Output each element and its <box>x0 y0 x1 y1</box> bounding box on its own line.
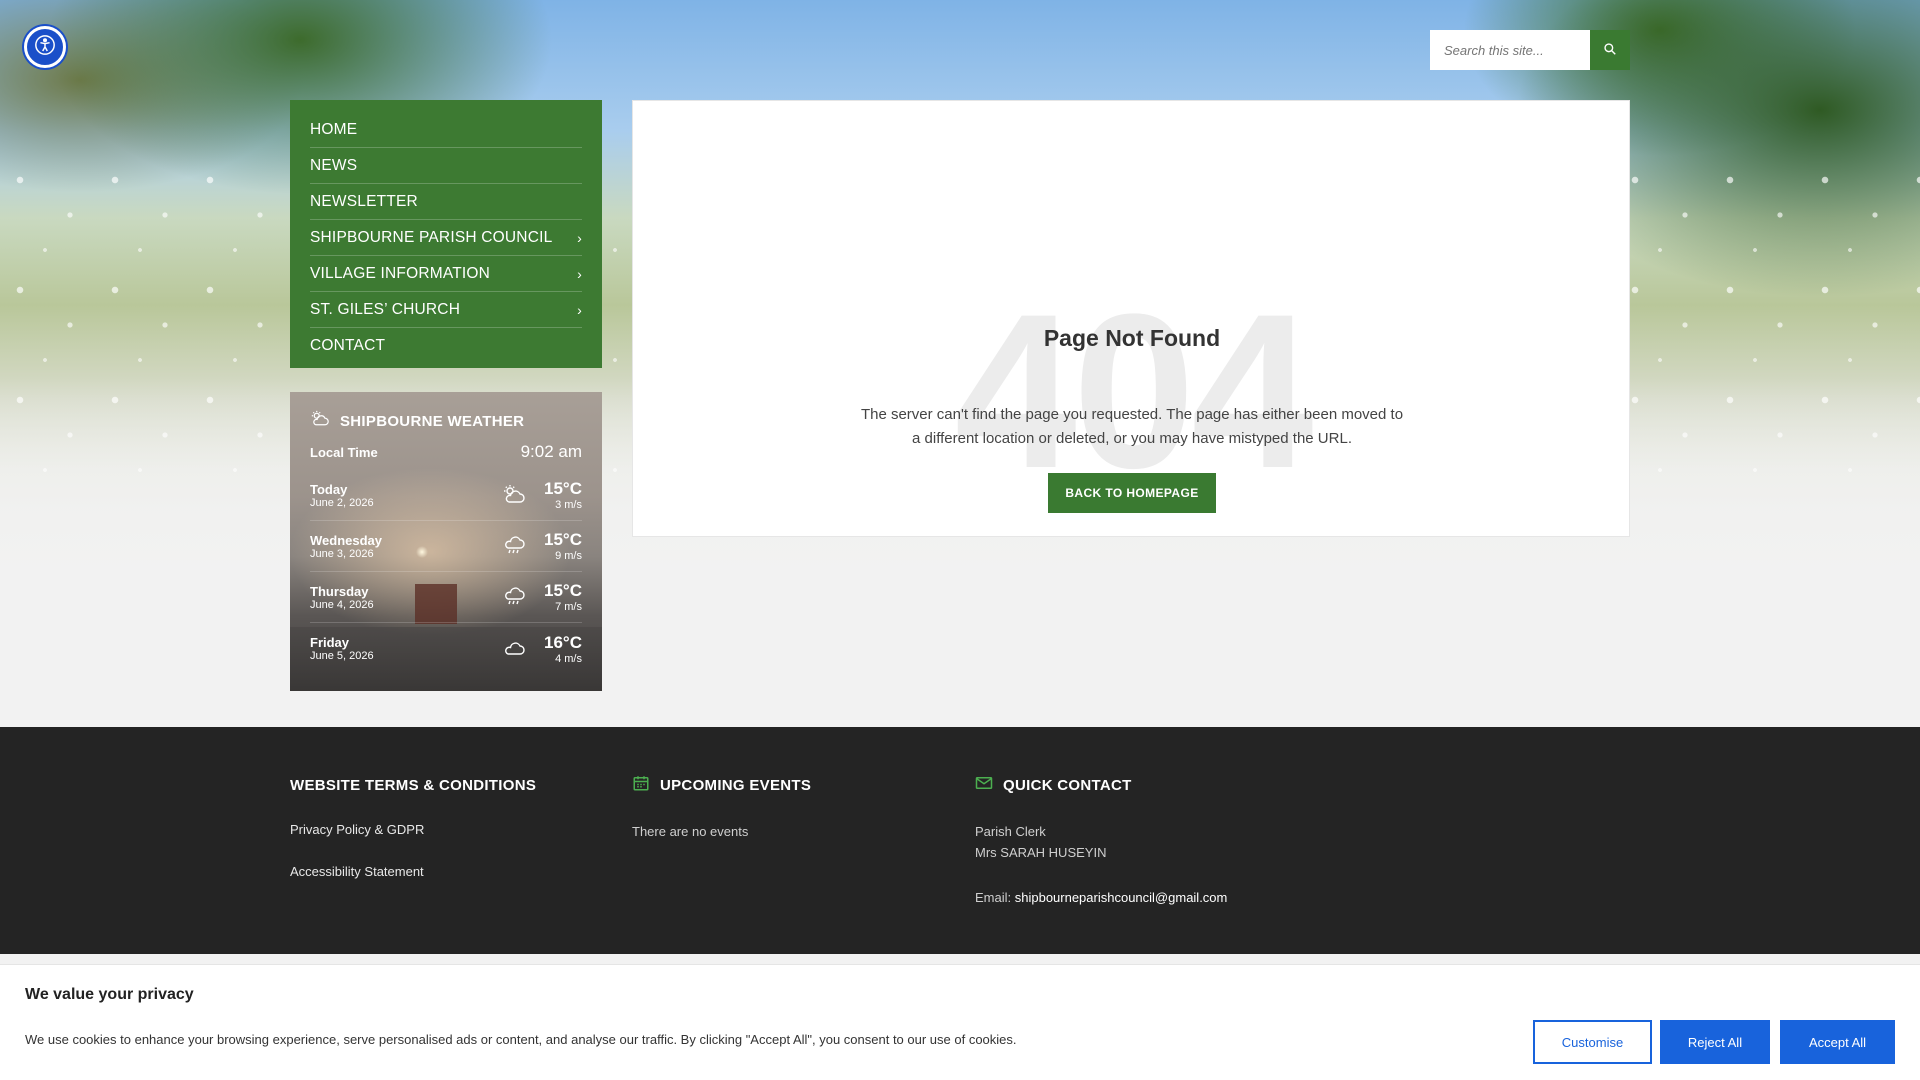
contact-name: Mrs SARAH HUSEYIN <box>975 845 1107 860</box>
footer-terms-heading: WEBSITE TERMS & CONDITIONS <box>290 776 537 794</box>
weather-day-row: Wednesday June 3, 2026 15°C 9 m/s <box>310 521 582 572</box>
nav-item-parish-council[interactable]: SHIPBOURNE PARISH COUNCIL › <box>310 220 582 256</box>
accessibility-statement-link[interactable]: Accessibility Statement <box>290 863 610 881</box>
reject-all-button[interactable]: Reject All <box>1660 1020 1770 1064</box>
email-link[interactable]: shipbourneparishcouncil@gmail.com <box>1015 890 1228 905</box>
weather-day: Thursday <box>310 583 369 599</box>
nav-item-label: HOME <box>310 120 358 138</box>
search-button[interactable] <box>1590 30 1630 70</box>
chevron-right-icon: › <box>577 265 582 282</box>
cookie-text: We use cookies to enhance your browsing … <box>25 1032 1017 1047</box>
footer-contact: QUICK CONTACT Parish Clerk Mrs SARAH HUS… <box>975 775 1375 908</box>
weather-date: June 4, 2026 <box>310 598 374 611</box>
nav-item-home[interactable]: HOME <box>310 112 582 148</box>
error-code: 404 <box>954 268 1313 514</box>
weather-day-row: Thursday June 4, 2026 15°C 7 m/s <box>310 572 582 623</box>
weather-date: June 3, 2026 <box>310 547 374 560</box>
weather-temp: 16°C <box>544 632 582 652</box>
weather-wind: 3 m/s <box>555 499 582 511</box>
customise-button[interactable]: Customise <box>1533 1020 1652 1064</box>
search-input[interactable] <box>1430 30 1590 70</box>
weather-temp: 15°C <box>544 530 582 549</box>
local-time-value: 9:02 am <box>520 442 582 461</box>
nav-item-label: SHIPBOURNE PARISH COUNCIL <box>310 228 553 246</box>
footer-contact-heading-text: QUICK CONTACT <box>1003 776 1132 794</box>
accessibility-icon <box>34 34 56 61</box>
envelope-icon <box>975 775 993 795</box>
footer-events-heading: UPCOMING EVENTS <box>632 775 952 795</box>
nav-item-st-giles-church[interactable]: ST. GILES’ CHURCH › <box>310 292 582 328</box>
weather-day-row: Friday June 5, 2026 16°C 4 m/s <box>310 623 582 674</box>
weather-day: Wednesday <box>310 532 383 548</box>
cloud-icon <box>494 638 534 660</box>
error-panel: 404 Page Not Found The server can't find… <box>632 100 1630 537</box>
weather-temp: 15°C <box>544 479 582 498</box>
search-icon <box>1603 42 1617 59</box>
footer-terms: WEBSITE TERMS & CONDITIONS Privacy Polic… <box>290 775 610 905</box>
error-description: The server can't find the page you reque… <box>860 406 1404 447</box>
email-label: Email: <box>975 890 1015 905</box>
nav-item-label: CONTACT <box>310 337 386 354</box>
footer-contact-heading: QUICK CONTACT <box>975 775 1375 795</box>
weather-local-time: Local Time 9:02 am <box>310 442 582 462</box>
cookie-banner: We value your privacy We use cookies to … <box>0 964 1920 1080</box>
rain-icon <box>494 535 534 557</box>
nav-item-label: VILLAGE INFORMATION <box>310 264 491 282</box>
weather-date: June 5, 2026 <box>310 650 374 662</box>
weather-temp: 15°C <box>544 581 582 600</box>
nav-item-news[interactable]: NEWS <box>310 148 582 184</box>
nav-item-contact[interactable]: CONTACT <box>310 328 582 364</box>
main-nav: HOME NEWS NEWSLETTER SHIPBOURNE PARISH C… <box>290 100 602 368</box>
site-search <box>1430 30 1630 70</box>
chevron-right-icon: › <box>577 301 582 318</box>
calendar-icon <box>632 774 650 796</box>
nav-item-village-information[interactable]: VILLAGE INFORMATION › <box>310 256 582 292</box>
privacy-policy-link[interactable]: Privacy Policy & GDPR <box>290 821 610 839</box>
weather-wind: 7 m/s <box>555 601 582 613</box>
weather-day: Friday <box>310 635 350 650</box>
cookie-title: We value your privacy <box>25 986 194 1003</box>
weather-title-text: SHIPBOURNE WEATHER <box>340 412 525 430</box>
accessibility-button[interactable] <box>24 26 66 68</box>
chevron-right-icon: › <box>577 229 582 246</box>
partly-cloudy-icon <box>310 410 330 432</box>
accept-all-button[interactable]: Accept All <box>1780 1020 1895 1064</box>
page-title: Page Not Found <box>1043 325 1221 351</box>
contact-role: Parish Clerk <box>975 824 1046 839</box>
weather-day: Today <box>310 481 348 497</box>
rain-icon <box>494 586 534 608</box>
nav-item-label: NEWS <box>310 156 358 174</box>
nav-item-label: ST. GILES’ CHURCH <box>310 300 461 318</box>
weather-date: June 2, 2026 <box>310 496 374 509</box>
weather-wind: 4 m/s <box>555 652 582 665</box>
back-to-homepage-button[interactable]: BACK TO HOMEPAGE <box>1048 473 1216 513</box>
site-footer: WEBSITE TERMS & CONDITIONS Privacy Polic… <box>0 727 1920 954</box>
nav-item-newsletter[interactable]: NEWSLETTER <box>310 184 582 220</box>
partly-cloudy-icon <box>494 484 534 506</box>
weather-widget: SHIPBOURNE WEATHER Local Time 9:02 am To… <box>290 392 602 691</box>
footer-events-heading-text: UPCOMING EVENTS <box>660 776 812 794</box>
weather-title: SHIPBOURNE WEATHER <box>310 410 582 432</box>
footer-events: UPCOMING EVENTS There are no events <box>632 775 952 842</box>
nav-item-label: NEWSLETTER <box>310 192 418 210</box>
local-time-label: Local Time <box>310 445 378 460</box>
weather-day-row: Today June 2, 2026 15°C 3 m/s <box>310 470 582 521</box>
no-events-text: There are no events <box>632 824 749 839</box>
weather-wind: 9 m/s <box>555 550 582 562</box>
contact-email-line: Email: shipbourneparishcouncil@gmail.com <box>975 887 1375 908</box>
